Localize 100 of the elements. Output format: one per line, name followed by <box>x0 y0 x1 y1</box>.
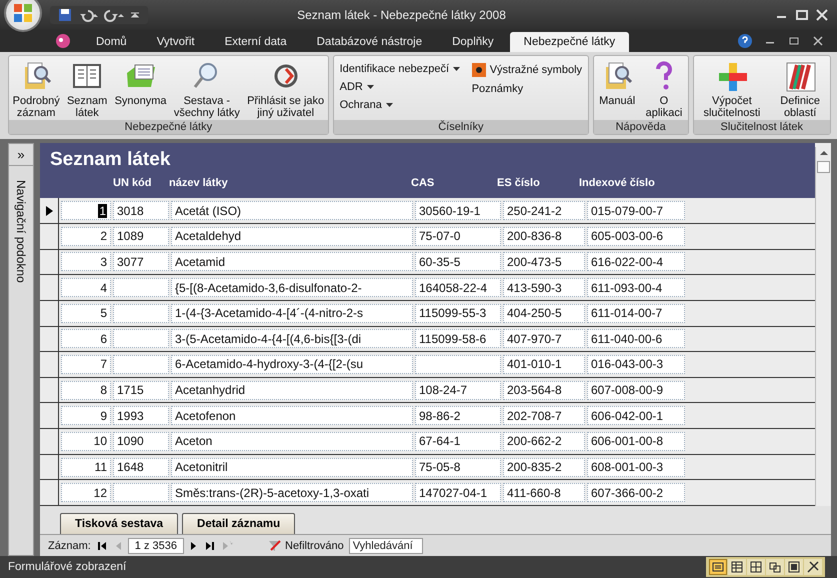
undo-icon[interactable] <box>78 8 98 22</box>
field-box[interactable]: 98-86-2 <box>415 406 501 426</box>
field-box[interactable]: Směs:trans-(2R)-5-acetoxy-1,3-oxati <box>171 483 413 502</box>
field-box[interactable]: 108-24-7 <box>415 380 501 400</box>
field-box[interactable]: 1648 <box>113 458 169 477</box>
field-box[interactable]: 607-366-00-2 <box>587 483 685 502</box>
form-button[interactable]: Tisková sestava <box>60 513 178 534</box>
field-box[interactable]: 200-835-2 <box>503 458 585 477</box>
field-box[interactable]: 9 <box>61 406 111 426</box>
ribbon-button[interactable]: Definice oblastí <box>778 59 822 119</box>
field-box[interactable]: Acetát (ISO) <box>171 201 413 220</box>
field-box[interactable]: Acetonitril <box>171 458 413 477</box>
field-box[interactable]: Acetamid <box>171 252 413 272</box>
field-box[interactable]: 8 <box>61 380 111 400</box>
close-icon[interactable] <box>815 9 829 21</box>
field-box[interactable]: Aceton <box>171 432 413 451</box>
field-box[interactable] <box>113 304 169 323</box>
field-box[interactable] <box>113 483 169 502</box>
field-box[interactable]: 2 <box>61 226 111 246</box>
ribbon-button[interactable]: Podrobný záznam <box>10 59 62 119</box>
field-box[interactable]: 608-001-00-3 <box>587 458 685 477</box>
field-box[interactable]: 611-093-00-4 <box>587 278 685 298</box>
ribbon-tab[interactable]: Domů <box>82 32 141 52</box>
office-button[interactable] <box>6 0 40 30</box>
ribbon-button[interactable]: Přihlásit se jako jiný uživatel <box>245 59 326 119</box>
field-box[interactable] <box>113 329 169 348</box>
redo-icon[interactable] <box>104 8 124 22</box>
ribbon-tab[interactable]: Vytvořit <box>142 32 209 52</box>
field-box[interactable]: 12 <box>61 483 111 502</box>
field-box[interactable]: 411-660-8 <box>503 483 585 502</box>
record-position-field[interactable]: 1 z 3536 <box>128 538 184 554</box>
field-box[interactable]: 3018 <box>113 201 169 220</box>
field-box[interactable]: 1 <box>61 201 111 220</box>
field-box[interactable]: 67-64-1 <box>415 432 501 451</box>
field-box[interactable] <box>415 354 501 374</box>
field-box[interactable]: 1089 <box>113 226 169 246</box>
field-box[interactable]: 1090 <box>113 432 169 451</box>
ribbon-button[interactable]: ADR <box>340 81 460 93</box>
field-box[interactable]: 413-590-3 <box>503 278 585 298</box>
expand-pane-button[interactable]: » <box>9 144 33 166</box>
field-box[interactable] <box>113 278 169 298</box>
field-box[interactable]: 115099-58-6 <box>415 329 501 348</box>
ribbon-button[interactable]: Poznámky <box>472 83 582 95</box>
ribbon-button[interactable]: Výstražné symboly <box>472 63 582 77</box>
field-box[interactable]: 164058-22-4 <box>415 278 501 298</box>
field-box[interactable]: 611-014-00-7 <box>587 304 685 323</box>
field-box[interactable]: 606-042-00-1 <box>587 406 685 426</box>
field-box[interactable]: {5-[(8-Acetamido-3,6-disulfonato-2- <box>171 278 413 298</box>
field-box[interactable]: 202-708-7 <box>503 406 585 426</box>
field-box[interactable]: 250-241-2 <box>503 201 585 220</box>
field-box[interactable]: 11 <box>61 458 111 477</box>
view-button[interactable] <box>747 559 765 575</box>
ribbon-tab[interactable]: Doplňky <box>438 32 508 52</box>
field-box[interactable]: 75-05-8 <box>415 458 501 477</box>
form-button[interactable]: Detail záznamu <box>182 513 296 534</box>
ribbon-button[interactable]: Sestava - všechny látky <box>172 59 242 119</box>
field-box[interactable]: 200-662-2 <box>503 432 585 451</box>
field-box[interactable]: 10 <box>61 432 111 451</box>
ribbon-tab[interactable]: Nebezpečné látky <box>510 32 630 52</box>
field-box[interactable]: 015-079-00-7 <box>587 201 685 220</box>
field-box[interactable]: 606-001-00-8 <box>587 432 685 451</box>
field-box[interactable]: 3 <box>61 252 111 272</box>
field-box[interactable]: 203-564-8 <box>503 380 585 400</box>
view-button[interactable] <box>804 559 822 575</box>
field-box[interactable]: 115099-55-3 <box>415 304 501 323</box>
field-box[interactable] <box>113 354 169 374</box>
restore-icon[interactable] <box>787 35 801 47</box>
field-box[interactable]: Acetaldehyd <box>171 226 413 246</box>
scrollbar[interactable] <box>815 147 831 506</box>
field-box[interactable]: 401-010-1 <box>503 354 585 374</box>
field-box[interactable]: 200-473-5 <box>503 252 585 272</box>
field-box[interactable]: 200-836-8 <box>503 226 585 246</box>
field-box[interactable]: 407-970-7 <box>503 329 585 348</box>
field-box[interactable]: 611-040-00-6 <box>587 329 685 348</box>
maximize-icon[interactable] <box>795 9 809 21</box>
field-box[interactable]: 6 <box>61 329 111 348</box>
ribbon-button[interactable]: Identifikace nebezpečí <box>340 63 460 75</box>
field-box[interactable]: 147027-04-1 <box>415 483 501 502</box>
field-box[interactable]: 60-35-5 <box>415 252 501 272</box>
field-box[interactable]: 30560-19-1 <box>415 201 501 220</box>
ribbon-tab[interactable]: Externí data <box>210 32 301 52</box>
field-box[interactable]: 607-008-00-9 <box>587 380 685 400</box>
last-record-icon[interactable] <box>204 540 216 552</box>
help-icon[interactable] <box>737 33 753 49</box>
field-box[interactable]: 404-250-5 <box>503 304 585 323</box>
scroll-thumb[interactable] <box>817 161 830 173</box>
field-box[interactable]: 75-07-0 <box>415 226 501 246</box>
field-box[interactable]: 016-043-00-3 <box>587 354 685 374</box>
add-in-icon[interactable] <box>54 32 72 50</box>
field-box[interactable]: 6-Acetamido-4-hydroxy-3-(4-{[2-(su <box>171 354 413 374</box>
ribbon-button[interactable]: Seznam látek <box>64 59 110 119</box>
field-box[interactable]: 4 <box>61 278 111 298</box>
field-box[interactable]: Acetanhydrid <box>171 380 413 400</box>
field-box[interactable]: 1993 <box>113 406 169 426</box>
field-box[interactable]: 3077 <box>113 252 169 272</box>
navigation-pane[interactable]: » Navigační podokno <box>8 143 34 556</box>
ribbon-button[interactable]: Manuál <box>597 59 638 107</box>
field-box[interactable]: 1715 <box>113 380 169 400</box>
field-box[interactable]: 1-(4-{3-Acetamido-4-[4´-(4-nitro-2-s <box>171 304 413 323</box>
field-box[interactable]: 7 <box>61 354 111 374</box>
